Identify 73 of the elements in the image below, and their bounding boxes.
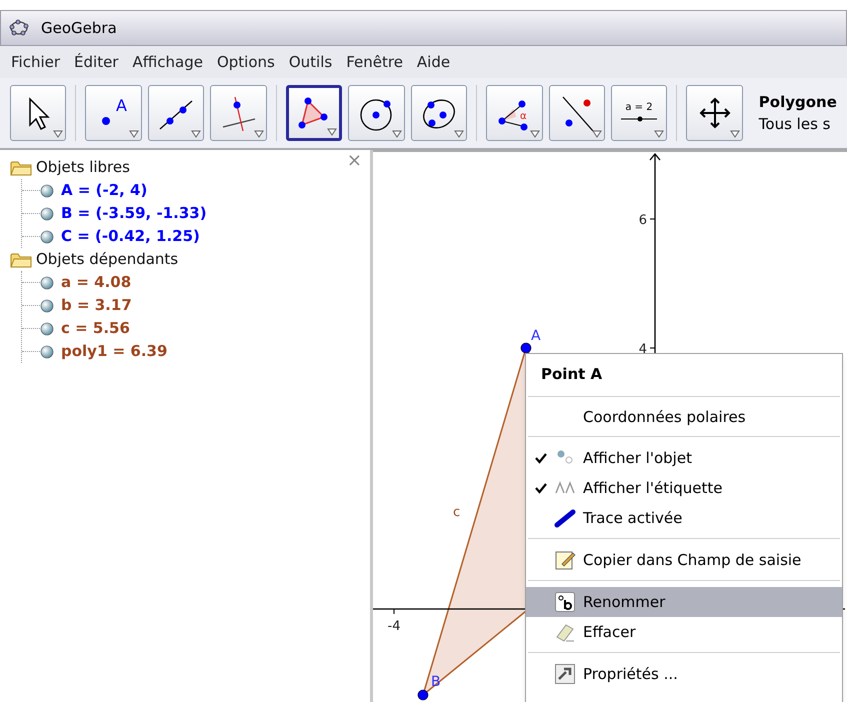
trace-icon — [554, 507, 576, 529]
algebra-object[interactable]: b = 3.17 — [61, 294, 132, 317]
window-title: GeoGebra — [41, 18, 117, 39]
visibility-ball-icon[interactable] — [40, 276, 54, 290]
visibility-ball-icon[interactable] — [40, 298, 54, 312]
tool-button[interactable] — [210, 85, 267, 141]
menu-item[interactable]: Afficher l'étiquette — [526, 473, 842, 503]
visibility-ball-icon[interactable] — [40, 184, 54, 198]
menu-item[interactable]: Copier dans Champ de saisie — [526, 545, 842, 575]
check-icon — [535, 482, 547, 494]
app-logo-icon — [9, 18, 29, 38]
visibility-ball-icon[interactable] — [40, 206, 54, 220]
tool-button[interactable] — [686, 85, 743, 141]
segment-label: c — [453, 505, 460, 520]
algebra-object[interactable]: c = 5.56 — [61, 317, 130, 340]
dropdown-triangle-icon — [327, 128, 338, 136]
tool-button[interactable]: A — [85, 85, 142, 141]
dropdown-triangle-icon — [592, 130, 602, 138]
algebra-object[interactable]: A = (-2, 4) — [61, 179, 148, 202]
algebra-object[interactable]: poly1 = 6.39 — [61, 340, 168, 363]
tool-button[interactable]: α — [486, 85, 542, 141]
dropdown-triangle-icon — [191, 130, 202, 138]
tool-button[interactable] — [410, 85, 468, 141]
dropdown-triangle-icon — [392, 130, 402, 138]
dropdown-triangle-icon — [128, 130, 139, 138]
dropdown-triangle-icon — [53, 130, 64, 138]
tool-button[interactable] — [286, 85, 342, 141]
tool-name: Polygone — [758, 92, 837, 113]
folder-label[interactable]: Objets dépendants — [36, 248, 178, 271]
dropdown-triangle-icon — [530, 130, 540, 138]
axis-tick-label: 6 — [638, 213, 647, 228]
menu-item[interactable]: Renommer — [526, 587, 842, 617]
folder-label[interactable]: Objets libres — [36, 156, 130, 179]
visibility-ball-icon[interactable] — [40, 322, 54, 336]
menu-item[interactable]: Effacer — [526, 617, 842, 647]
menu-title: Point A — [540, 364, 604, 385]
algebra-object[interactable]: a = 4.08 — [61, 271, 132, 294]
menu-item[interactable]: Aide — [410, 50, 458, 74]
menu-item[interactable]: Affichage — [125, 50, 210, 74]
rename-icon — [554, 591, 576, 613]
algebra-object[interactable]: B = (-3.59, -1.33) — [61, 202, 207, 225]
folder-icon — [10, 252, 32, 268]
tool-button[interactable] — [148, 85, 204, 141]
visibility-ball-icon[interactable] — [40, 344, 54, 358]
menu-item[interactable]: Outils — [282, 50, 340, 74]
axis-tick-label: -4 — [388, 619, 400, 634]
check-icon — [535, 452, 547, 464]
axis-tick-label: 4 — [638, 342, 647, 357]
dropdown-triangle-icon — [454, 130, 464, 138]
dropdown-triangle-icon — [654, 130, 664, 138]
notepad-icon — [554, 549, 576, 571]
visibility-ball-icon[interactable] — [40, 230, 54, 244]
point[interactable] — [418, 690, 428, 700]
menu-item[interactable]: Trace activée — [526, 503, 842, 533]
point-label: A — [531, 328, 541, 344]
menu-item[interactable]: Fenêtre — [339, 50, 410, 74]
menu-item[interactable]: Éditer — [67, 50, 126, 74]
tool-button[interactable]: a = 2 — [610, 85, 668, 141]
tool-button[interactable] — [348, 85, 405, 141]
tool-button[interactable] — [548, 85, 605, 141]
menu-item[interactable]: Coordonnées polaires — [526, 402, 842, 432]
point[interactable] — [520, 342, 532, 354]
tool-help: Tous les s — [758, 114, 832, 135]
close-button[interactable]: × — [346, 152, 362, 170]
menu-item[interactable]: Afficher l'objet — [526, 443, 842, 473]
algebra-object[interactable]: C = (-0.42, 1.25) — [61, 225, 200, 248]
dropdown-triangle-icon — [254, 130, 264, 138]
menu-item[interactable]: Options — [210, 50, 282, 74]
folder-icon — [10, 160, 32, 176]
menu-item[interactable]: Fichier — [4, 50, 68, 74]
dropdown-triangle-icon — [730, 130, 740, 138]
menu-item[interactable]: Propriétés ... — [526, 659, 842, 689]
tool-button[interactable] — [10, 85, 66, 141]
